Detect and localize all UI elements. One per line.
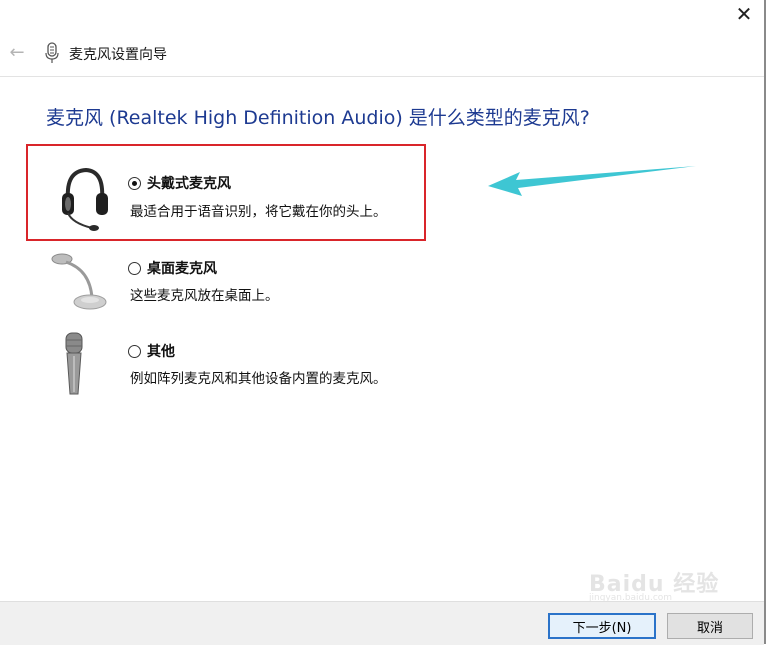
window-title: 麦克风设置向导 xyxy=(69,47,167,63)
wizard-header: ← 麦克风设置向导 xyxy=(0,30,764,77)
page-question: 麦克风 (Realtek High Definition Audio) 是什么类… xyxy=(46,107,590,129)
microphone-icon xyxy=(45,42,59,63)
highlight-box xyxy=(26,144,426,241)
desk-microphone-description: 这些麦克风放在桌面上。 xyxy=(130,288,279,304)
option-other[interactable]: 其他 例如阵列麦克风和其他设备内置的麦克风。 xyxy=(0,332,600,397)
next-button[interactable]: 下一步(N) xyxy=(548,613,656,639)
handheld-microphone-icon xyxy=(65,332,83,395)
annotation-arrow xyxy=(488,166,696,196)
desk-microphone-label: 桌面麦克风 xyxy=(147,261,217,277)
desk-microphone-icon xyxy=(51,253,107,310)
other-radio[interactable] xyxy=(128,345,141,358)
cancel-button[interactable]: 取消 xyxy=(667,613,753,639)
back-button[interactable]: ← xyxy=(6,41,28,63)
close-button[interactable]: ✕ xyxy=(726,0,762,28)
option-desk-microphone[interactable]: 桌面麦克风 这些麦克风放在桌面上。 xyxy=(0,250,600,315)
other-description: 例如阵列麦克风和其他设备内置的麦克风。 xyxy=(130,371,387,387)
other-label: 其他 xyxy=(147,344,175,360)
desk-microphone-radio[interactable] xyxy=(128,262,141,275)
